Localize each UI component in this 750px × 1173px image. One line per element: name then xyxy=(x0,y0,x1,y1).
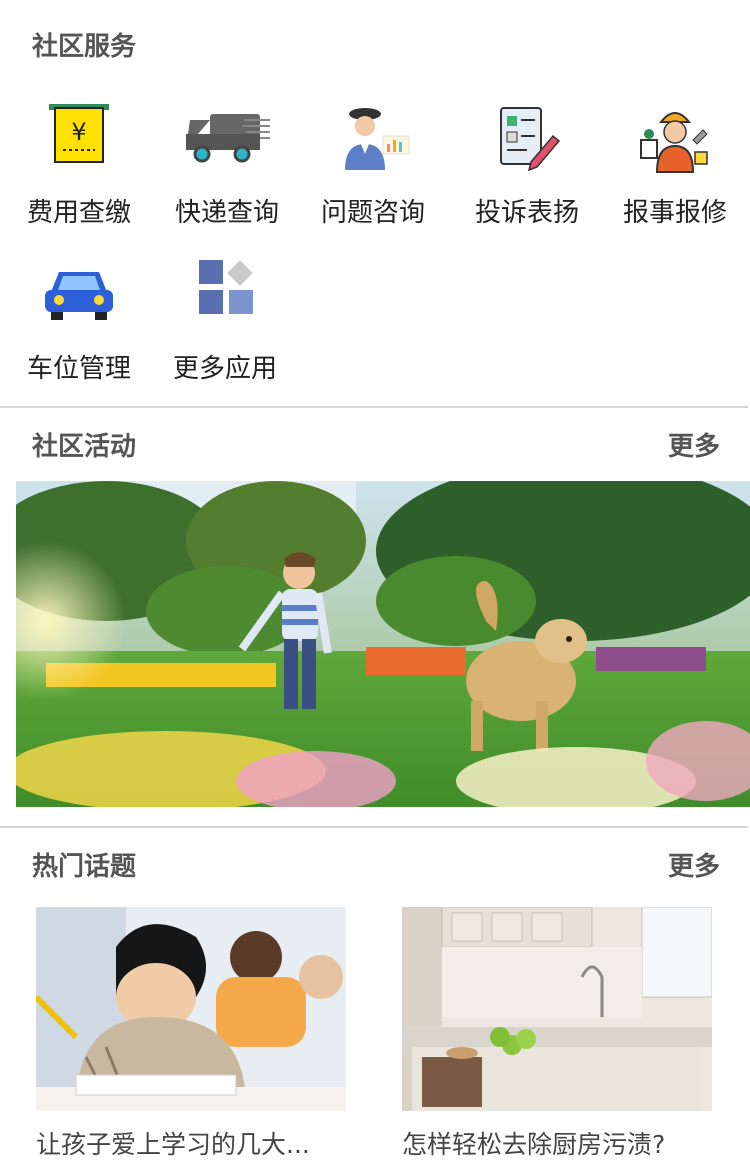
payment-icon: ¥ xyxy=(49,104,109,163)
community-activities-title: 社区活动 xyxy=(32,432,137,462)
service-label: 报事报修 xyxy=(622,198,727,228)
service-label: 问题咨询 xyxy=(320,198,425,228)
service-label: 快递查询 xyxy=(174,198,279,228)
more-apps-icon xyxy=(199,260,253,314)
activities-more-link[interactable]: 更多 xyxy=(668,426,720,463)
service-payment[interactable]: ¥ 费用查缴 xyxy=(4,100,154,229)
topics-more-link[interactable]: 更多 xyxy=(668,846,720,883)
topic-card[interactable]: 怎样轻松去除厨房污渍? xyxy=(402,907,712,1161)
service-complaint[interactable]: 投诉表扬 xyxy=(452,100,602,229)
service-consultation[interactable]: 问题咨询 xyxy=(298,100,448,229)
consultant-icon xyxy=(345,108,410,170)
service-label: 车位管理 xyxy=(26,354,131,384)
service-label: 投诉表扬 xyxy=(474,198,579,228)
service-parking[interactable]: 车位管理 xyxy=(4,256,154,385)
topic-caption: 让孩子爱上学习的几大... xyxy=(36,1130,310,1159)
delivery-truck-icon xyxy=(186,114,270,163)
service-repair[interactable]: 报事报修 xyxy=(600,100,750,229)
service-label: 费用查缴 xyxy=(26,198,131,228)
complaint-form-icon xyxy=(500,107,561,172)
kitchen-photo xyxy=(402,907,712,1111)
child-studying-photo xyxy=(36,907,346,1111)
car-icon xyxy=(45,272,113,320)
community-services-title: 社区服务 xyxy=(32,32,137,62)
service-delivery[interactable]: 快递查询 xyxy=(152,100,302,229)
section-divider xyxy=(0,826,748,828)
child-and-dog-in-park-photo xyxy=(16,481,750,807)
topic-caption: 怎样轻松去除厨房污渍? xyxy=(402,1130,666,1159)
activity-banner[interactable] xyxy=(16,481,750,807)
topic-card[interactable]: 让孩子爱上学习的几大... xyxy=(36,907,346,1161)
service-label: 更多应用 xyxy=(172,354,277,384)
section-divider xyxy=(0,406,748,408)
service-more-apps[interactable]: 更多应用 xyxy=(150,256,300,385)
repair-worker-icon xyxy=(640,112,708,173)
hot-topics-title: 热门话题 xyxy=(32,852,137,882)
svg-text:¥: ¥ xyxy=(71,118,86,146)
